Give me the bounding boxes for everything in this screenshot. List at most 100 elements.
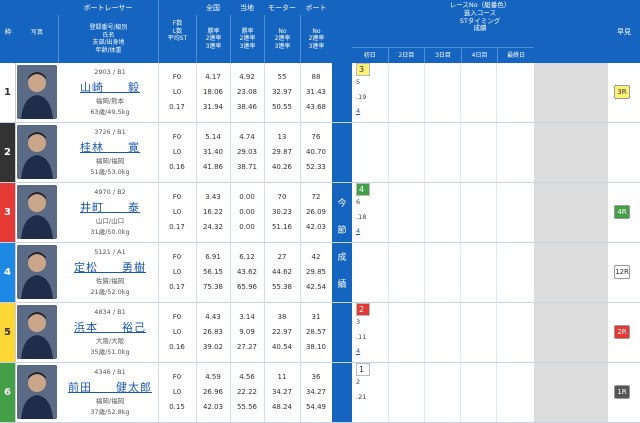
boat-three-rate: 52.33 bbox=[305, 163, 327, 171]
race-result-chip[interactable]: 3 bbox=[356, 63, 370, 76]
header-reg-line1: 登録番号/級別 bbox=[89, 24, 128, 31]
racer-row: 3 4970 / B2 井町 泰 山口/山口 31歳/50.0kg F0 L0 … bbox=[0, 183, 640, 243]
national-win-rate: 5.14 bbox=[205, 133, 221, 141]
race-result-chip[interactable]: 1 bbox=[356, 363, 370, 376]
schedule-cell: 3 5 .19 4 bbox=[352, 63, 536, 122]
l-count: L0 bbox=[172, 388, 182, 396]
hayami-race-badge[interactable]: 12R bbox=[614, 265, 630, 279]
age-weight: 35歳/51.0kg bbox=[90, 348, 130, 356]
boat-three-rate: 38.10 bbox=[305, 343, 327, 351]
boat-two-rate: 34.27 bbox=[305, 388, 327, 396]
f-count: F0 bbox=[172, 313, 182, 321]
national-win-rate: 4.59 bbox=[205, 373, 221, 381]
boat-two-rate: 26.09 bbox=[305, 208, 327, 216]
local-two-rate: 23.08 bbox=[236, 88, 258, 96]
reg-class: 4834 / B1 bbox=[94, 308, 126, 316]
branch-origin: 福岡/熊本 bbox=[95, 97, 125, 105]
entry-course: 2 bbox=[356, 378, 361, 386]
racer-name-link[interactable]: 前田 健太郎 bbox=[63, 379, 157, 395]
age-weight: 37歳/52.8kg bbox=[90, 408, 130, 416]
racer-photo bbox=[17, 65, 57, 119]
motor-three-rate: 50.55 bbox=[271, 103, 293, 111]
reg-class: 5121 / A1 bbox=[94, 248, 126, 256]
racer-row: 1 2903 / B1 山崎 毅 福岡/熊本 63歳/49.5kg F0 L0 … bbox=[0, 63, 640, 123]
age-weight: 31歳/50.0kg bbox=[90, 228, 130, 236]
national-three-rate: 41.86 bbox=[202, 163, 224, 171]
motor-two-rate: 29.87 bbox=[271, 148, 293, 156]
racer-row: 6 4346 / B1 前田 健太郎 福岡/福岡 37歳/52.8kg F0 L… bbox=[0, 363, 640, 423]
f-count: F0 bbox=[172, 133, 182, 141]
st-timing: .11 bbox=[356, 333, 367, 341]
waku-number: 4 bbox=[0, 243, 16, 302]
header-two-rate-3: 2連率 bbox=[274, 35, 291, 43]
reg-class: 4346 / B1 bbox=[94, 368, 126, 376]
schedule-cell: 2 3 .11 4 bbox=[352, 303, 536, 362]
header-day-3: 3日目 bbox=[425, 48, 462, 63]
hayami-race-badge[interactable]: 2R bbox=[614, 325, 630, 339]
national-two-rate: 16.22 bbox=[202, 208, 224, 216]
header-day-5: 最終日 bbox=[507, 52, 526, 59]
header-reg-line2: 氏名 bbox=[102, 31, 115, 39]
racer-name-link[interactable]: 定松 勇樹 bbox=[63, 259, 157, 275]
waku-number: 5 bbox=[0, 303, 16, 362]
header-reg-line4: 年齢/体重 bbox=[95, 46, 122, 54]
schedule-cell: 4 6 .18 4 bbox=[352, 183, 536, 242]
age-weight: 63歳/49.5kg bbox=[90, 108, 130, 116]
local-two-rate: 43.62 bbox=[236, 268, 258, 276]
motor-three-rate: 40.54 bbox=[271, 343, 293, 351]
local-two-rate: 9.09 bbox=[239, 328, 255, 336]
racer-photo bbox=[17, 365, 57, 419]
st-timing: .18 bbox=[356, 213, 367, 221]
motor-no: 27 bbox=[277, 253, 287, 261]
national-two-rate: 56.15 bbox=[202, 268, 224, 276]
local-win-rate: 4.56 bbox=[239, 373, 255, 381]
boat-no: 72 bbox=[311, 193, 321, 201]
motor-three-rate: 48.24 bbox=[271, 403, 293, 411]
racer-name-link[interactable]: 井町 泰 bbox=[63, 199, 157, 215]
racer-photo bbox=[17, 305, 57, 359]
header-boat: ボート bbox=[305, 3, 327, 12]
l-count: L0 bbox=[172, 148, 182, 156]
local-three-rate: 27.27 bbox=[236, 343, 258, 351]
hayami-race-badge[interactable]: 3R bbox=[614, 85, 630, 99]
national-win-rate: 6.91 bbox=[205, 253, 221, 261]
racer-row: 4 5121 / A1 定松 勇樹 佐賀/福岡 21歳/52.0kg F0 L0… bbox=[0, 243, 640, 303]
header-boat-cols: No 2連率 3連率 bbox=[300, 15, 332, 63]
local-two-rate: 29.03 bbox=[236, 148, 258, 156]
local-win-rate: 4.92 bbox=[239, 73, 255, 81]
racer-name-link[interactable]: 桂林 寛 bbox=[63, 139, 157, 155]
boat-three-rate: 43.68 bbox=[305, 103, 327, 111]
racer-name-link[interactable]: 山崎 毅 bbox=[63, 79, 157, 95]
national-two-rate: 18.06 bbox=[202, 88, 224, 96]
finish-place[interactable]: 4 bbox=[356, 227, 360, 235]
l-count: L0 bbox=[172, 88, 182, 96]
entry-course: 6 bbox=[356, 198, 361, 206]
header-two-rate-2: 2連率 bbox=[239, 35, 256, 43]
national-three-rate: 75.38 bbox=[202, 283, 224, 291]
motor-two-rate: 30.23 bbox=[271, 208, 293, 216]
race-program-table: { "header": { "waku": "枠", "photo": "写真"… bbox=[0, 0, 640, 423]
motor-two-rate: 32.97 bbox=[271, 88, 293, 96]
boat-three-rate: 54.49 bbox=[305, 403, 327, 411]
branch-origin: 佐賀/福岡 bbox=[95, 277, 125, 285]
racer-photo bbox=[17, 185, 57, 239]
racer-name-link[interactable]: 浜本 裕己 bbox=[63, 319, 157, 335]
national-two-rate: 26.83 bbox=[202, 328, 224, 336]
hayami-race-badge[interactable]: 4R bbox=[614, 205, 630, 219]
header-motor-cols: No 2連率 3連率 bbox=[264, 15, 300, 63]
avg-st: 0.16 bbox=[169, 343, 185, 351]
waku-number: 6 bbox=[0, 363, 16, 422]
waku-number: 3 bbox=[0, 183, 16, 242]
finish-place[interactable]: 4 bbox=[356, 107, 360, 115]
st-timing: .21 bbox=[356, 393, 367, 401]
avg-st: 0.17 bbox=[169, 103, 185, 111]
finish-place[interactable]: 4 bbox=[356, 347, 360, 355]
hayami-race-badge[interactable]: 1R bbox=[614, 385, 630, 399]
race-result-chip[interactable]: 2 bbox=[356, 303, 370, 316]
schedule-cell bbox=[352, 243, 536, 302]
branch-origin: 大阪/大阪 bbox=[95, 337, 125, 345]
race-result-chip[interactable]: 4 bbox=[356, 183, 370, 196]
boat-three-rate: 42.03 bbox=[305, 223, 327, 231]
l-count: L0 bbox=[172, 208, 182, 216]
motor-no: 70 bbox=[277, 193, 287, 201]
